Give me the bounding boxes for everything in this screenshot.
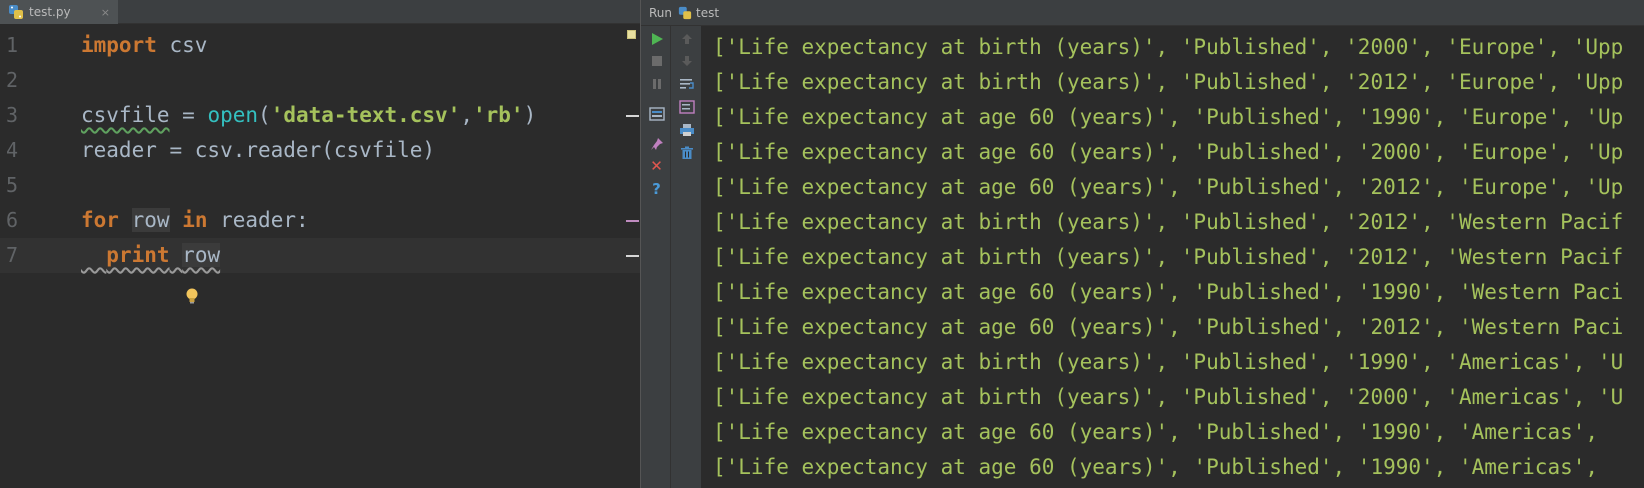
output-line: ['Life expectancy at birth (years)', 'Pu… bbox=[713, 210, 1624, 234]
line-number: 4 bbox=[6, 138, 19, 162]
run-panel[interactable]: Run test ✕ ? ['Life expectancy at birth … bbox=[640, 0, 1644, 488]
output-line: ['Life expectancy at age 60 (years)', 'P… bbox=[713, 175, 1624, 199]
help-glyph: ? bbox=[652, 179, 661, 198]
warning-marker[interactable] bbox=[626, 255, 639, 257]
output-line: ['Life expectancy at age 60 (years)', 'P… bbox=[713, 315, 1624, 339]
code-line[interactable]: 3 csvfile = open('data-text.csv','rb') bbox=[0, 98, 640, 133]
warning-marker[interactable] bbox=[626, 115, 639, 117]
run-toolbar-primary: ✕ ? bbox=[641, 26, 671, 488]
code-line[interactable]: 4 reader = csv.reader(csvfile) bbox=[0, 133, 640, 168]
run-config-name[interactable]: test bbox=[696, 6, 719, 20]
run-label: Run bbox=[649, 5, 673, 20]
play-icon[interactable] bbox=[648, 30, 665, 47]
variable-row: row bbox=[182, 243, 221, 267]
console-output[interactable]: ['Life expectancy at birth (years)', 'Pu… bbox=[713, 30, 1644, 488]
string-filename: 'data-text.csv' bbox=[270, 103, 461, 127]
tab-label: test.py bbox=[29, 5, 71, 19]
output-line: ['Life expectancy at age 60 (years)', 'P… bbox=[713, 105, 1624, 129]
editor-tab-bar: test.py × bbox=[0, 0, 640, 24]
output-line: ['Life expectancy at birth (years)', 'Pu… bbox=[713, 35, 1624, 59]
close-icon[interactable]: ✕ bbox=[648, 156, 665, 175]
output-line: ['Life expectancy at birth (years)', 'Pu… bbox=[713, 245, 1624, 269]
keyword-import: import bbox=[81, 33, 157, 57]
run-toolbar-secondary bbox=[671, 26, 701, 488]
output-line: ['Life expectancy at age 60 (years)', 'P… bbox=[713, 455, 1611, 479]
keyword-print: print bbox=[106, 243, 170, 267]
paren-close: ) bbox=[523, 103, 537, 127]
output-line: ['Life expectancy at age 60 (years)', 'P… bbox=[713, 280, 1624, 304]
tab-close-icon[interactable]: × bbox=[101, 6, 110, 19]
run-header: Run test bbox=[641, 0, 1644, 26]
arrow-down-icon[interactable] bbox=[678, 52, 695, 69]
paren-open: ( bbox=[258, 103, 271, 127]
comma: , bbox=[460, 103, 473, 127]
reader-assignment: reader = csv.reader(csvfile) bbox=[81, 138, 436, 162]
pin-icon[interactable] bbox=[648, 135, 665, 152]
code-line[interactable]: 2 bbox=[0, 63, 640, 98]
module-name: csv bbox=[156, 33, 208, 57]
line-number: 3 bbox=[6, 103, 19, 127]
output-line: ['Life expectancy at age 60 (years)', 'P… bbox=[713, 140, 1624, 164]
help-icon[interactable]: ? bbox=[648, 179, 665, 198]
code-area[interactable]: 1 import csv 2 3 csvfile = open('data-te… bbox=[0, 28, 640, 304]
code-editor[interactable]: test.py × 1 import csv 2 3 csvfile = ope… bbox=[0, 0, 640, 488]
python-run-config-icon bbox=[678, 6, 692, 20]
code-line[interactable]: 1 import csv bbox=[0, 28, 640, 63]
line-number: 6 bbox=[6, 208, 19, 232]
keyword-for: for bbox=[81, 208, 119, 232]
assign-operator: = bbox=[169, 103, 208, 127]
python-file-icon bbox=[8, 4, 24, 20]
trash-icon[interactable] bbox=[678, 144, 695, 161]
variable-csvfile: csvfile bbox=[81, 103, 170, 127]
line-number: 2 bbox=[6, 68, 19, 92]
output-line: ['Life expectancy at birth (years)', 'Pu… bbox=[713, 70, 1624, 94]
output-line: ['Life expectancy at birth (years)', 'Pu… bbox=[713, 350, 1624, 374]
output-line: ['Life expectancy at birth (years)', 'Pu… bbox=[713, 385, 1624, 409]
builtin-open: open bbox=[207, 103, 259, 127]
keyword-in: in bbox=[182, 208, 208, 232]
code-line[interactable]: 6 for row in reader: bbox=[0, 203, 640, 238]
line-number: 7 bbox=[6, 243, 19, 267]
string-mode: 'rb' bbox=[473, 103, 524, 127]
line-number: 1 bbox=[6, 33, 19, 57]
line-number: 5 bbox=[6, 173, 19, 197]
pause-icon[interactable] bbox=[648, 75, 665, 92]
print-icon[interactable] bbox=[678, 121, 695, 138]
usage-marker[interactable] bbox=[626, 220, 639, 222]
output-line: ['Life expectancy at age 60 (years)', 'P… bbox=[713, 420, 1611, 444]
variable-row: row bbox=[131, 208, 170, 232]
stop-icon[interactable] bbox=[648, 52, 665, 69]
tab-test-py[interactable]: test.py × bbox=[0, 0, 118, 24]
soft-wrap-icon[interactable] bbox=[678, 75, 695, 92]
code-line-current[interactable]: 7 print row bbox=[0, 238, 640, 304]
scroll-to-end-icon[interactable] bbox=[678, 98, 695, 115]
close-glyph: ✕ bbox=[650, 156, 663, 175]
arrow-up-icon[interactable] bbox=[678, 30, 695, 47]
code-line[interactable]: 5 bbox=[0, 168, 640, 203]
restore-layout-icon[interactable] bbox=[648, 105, 665, 122]
loop-iterable: reader: bbox=[207, 208, 309, 232]
